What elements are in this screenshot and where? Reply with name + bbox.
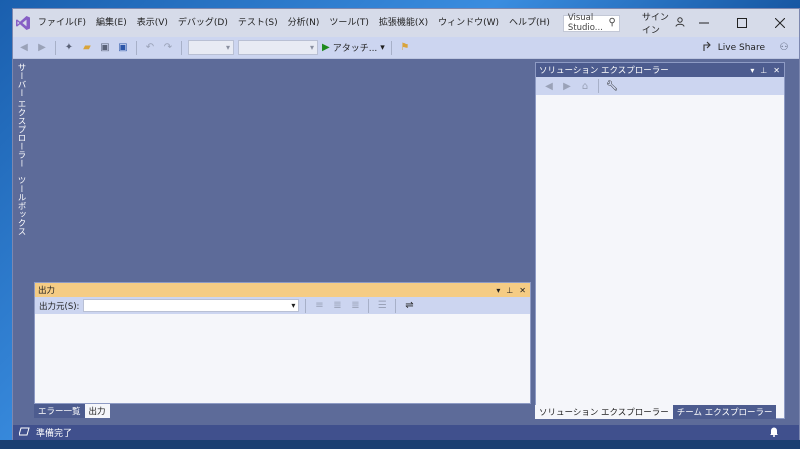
user-icon xyxy=(675,16,685,30)
pin-icon[interactable]: ⊥ xyxy=(506,286,513,295)
notification-bell-icon[interactable] xyxy=(769,426,799,440)
tab-toolbox[interactable]: ツールボックス xyxy=(15,172,27,240)
attach-button[interactable]: ▶ アタッチ... ▾ xyxy=(322,41,385,54)
toolbar-separator xyxy=(598,79,599,93)
signin-label: サインイン xyxy=(641,13,669,36)
tab-error-list[interactable]: エラー一覧 xyxy=(34,404,85,418)
feedback-icon[interactable]: ⚇ xyxy=(777,41,791,55)
menu-debug[interactable]: デバッグ(D) xyxy=(173,9,233,37)
solution-explorer-tabs: ソリューション エクスプローラー チーム エクスプローラー xyxy=(535,405,777,419)
tab-solution-explorer[interactable]: ソリューション エクスプローラー xyxy=(535,405,673,419)
clear-all-icon[interactable]: ☰ xyxy=(375,299,389,313)
toolbar-separator xyxy=(368,298,370,313)
title-menu-bar: ファイル(F) 編集(E) 表示(V) デバッグ(D) テスト(S) 分析(N)… xyxy=(13,9,799,37)
menu-file[interactable]: ファイル(F) xyxy=(33,9,91,37)
menu-test[interactable]: テスト(S) xyxy=(233,9,283,37)
panel-menu-icon[interactable]: ▾ xyxy=(750,66,754,75)
menu-help[interactable]: ヘルプ(H) xyxy=(504,9,555,37)
menu-tools[interactable]: ツール(T) xyxy=(324,9,374,37)
home-icon[interactable]: ⌂ xyxy=(578,79,592,93)
tab-team-explorer[interactable]: チーム エクスプローラー xyxy=(672,405,777,419)
properties-wrench-icon[interactable]: 🔧︎ xyxy=(605,79,619,93)
next-message-icon[interactable]: ≣ xyxy=(348,299,362,313)
solution-explorer-title-bar: ソリューション エクスプローラー ▾ ⊥ ✕ xyxy=(536,63,784,77)
maximize-button[interactable] xyxy=(723,9,761,37)
close-icon[interactable]: ✕ xyxy=(519,286,526,295)
status-bar: 準備完了 xyxy=(13,425,799,440)
output-title: 出力 xyxy=(38,286,56,296)
back-icon[interactable]: ◀ xyxy=(542,79,556,93)
menu-analyze[interactable]: 分析(N) xyxy=(283,9,325,37)
toolbar-separator xyxy=(395,298,397,313)
windows-taskbar xyxy=(0,440,800,449)
close-icon[interactable]: ✕ xyxy=(773,66,780,75)
output-source-label: 出力元(S): xyxy=(39,301,80,312)
live-share-icon xyxy=(703,41,714,55)
signin-area[interactable]: サインイン xyxy=(642,10,685,36)
new-project-icon[interactable]: ✦ xyxy=(62,41,76,55)
undo-icon[interactable]: ↶ xyxy=(143,41,157,55)
save-icon[interactable]: ▣ xyxy=(98,41,112,55)
tab-output[interactable]: 出力 xyxy=(84,404,110,418)
standard-toolbar: ◀ ▶ ✦ ▰ ▣ ▣ ↶ ↷ ▾ ▾ ▶ アタッチ... ▾ ⚑ Live S… xyxy=(13,37,799,59)
output-panel: 出力 ▾ ⊥ ✕ 出力元(S): ▾ ≡ ≣ ≣ ☰ ⇌ xyxy=(34,282,531,404)
visual-studio-logo-icon[interactable] xyxy=(13,9,33,37)
search-input[interactable]: Visual Studio... ⚲ xyxy=(562,13,620,33)
open-file-icon[interactable]: ▰ xyxy=(80,41,94,55)
close-button[interactable] xyxy=(761,9,799,37)
solution-explorer-panel: ソリューション エクスプローラー ▾ ⊥ ✕ ◀ ▶ ⌂ 🔧︎ xyxy=(535,62,785,419)
menu-view[interactable]: 表示(V) xyxy=(132,9,173,37)
panel-menu-icon[interactable]: ▾ xyxy=(496,286,500,295)
toolbar-separator xyxy=(181,40,182,55)
search-icon: ⚲ xyxy=(608,16,616,28)
play-icon: ▶ xyxy=(322,42,330,53)
solution-explorer-toolbar: ◀ ▶ ⌂ 🔧︎ xyxy=(536,77,784,95)
status-icon xyxy=(18,427,30,439)
redo-icon[interactable]: ↷ xyxy=(161,41,175,55)
live-share-label: Live Share xyxy=(717,42,765,53)
pin-icon[interactable]: ⊥ xyxy=(760,66,767,75)
toolbar-separator xyxy=(136,40,137,55)
menu-window[interactable]: ウィンドウ(W) xyxy=(433,9,504,37)
chevron-down-icon: ▾ xyxy=(380,42,385,53)
menu-edit[interactable]: 編集(E) xyxy=(91,9,132,37)
navigate-back-icon[interactable]: ◀ xyxy=(17,41,31,55)
solution-configuration-dropdown[interactable]: ▾ xyxy=(188,40,234,55)
status-text: 準備完了 xyxy=(36,429,73,439)
live-share-button[interactable]: Live Share xyxy=(703,41,773,55)
find-message-icon[interactable]: ≡ xyxy=(312,299,326,313)
menu-bar: ファイル(F) 編集(E) 表示(V) デバッグ(D) テスト(S) 分析(N)… xyxy=(33,9,555,37)
window-controls xyxy=(685,9,799,37)
find-in-files-icon[interactable]: ⚑ xyxy=(398,41,412,55)
output-tabs: エラー一覧 出力 xyxy=(34,404,110,418)
previous-message-icon[interactable]: ≣ xyxy=(330,299,344,313)
solution-platform-dropdown[interactable]: ▾ xyxy=(238,40,318,55)
forward-icon[interactable]: ▶ xyxy=(560,79,574,93)
toolbar-separator xyxy=(305,298,307,313)
word-wrap-icon[interactable]: ⇌ xyxy=(402,299,416,313)
solution-explorer-title: ソリューション エクスプローラー xyxy=(539,66,669,76)
menu-extensions[interactable]: 拡張機能(X) xyxy=(374,9,433,37)
save-all-icon[interactable]: ▣ xyxy=(116,41,130,55)
output-source-select[interactable]: ▾ xyxy=(83,299,300,312)
tab-server-explorer[interactable]: サーバー エクスプローラー xyxy=(15,59,27,172)
output-toolbar: 出力元(S): ▾ ≡ ≣ ≣ ☰ ⇌ xyxy=(35,297,530,314)
attach-label: アタッチ... xyxy=(332,44,378,54)
visual-studio-window: ファイル(F) 編集(E) 表示(V) デバッグ(D) テスト(S) 分析(N)… xyxy=(12,8,800,440)
toolbar-separator xyxy=(390,40,392,55)
toolbar-separator xyxy=(55,40,56,55)
minimize-button[interactable] xyxy=(685,9,723,37)
navigate-forward-icon[interactable]: ▶ xyxy=(35,41,49,55)
output-title-bar: 出力 ▾ ⊥ ✕ xyxy=(35,283,530,297)
left-side-tabs: サーバー エクスプローラー ツールボックス xyxy=(13,59,27,239)
